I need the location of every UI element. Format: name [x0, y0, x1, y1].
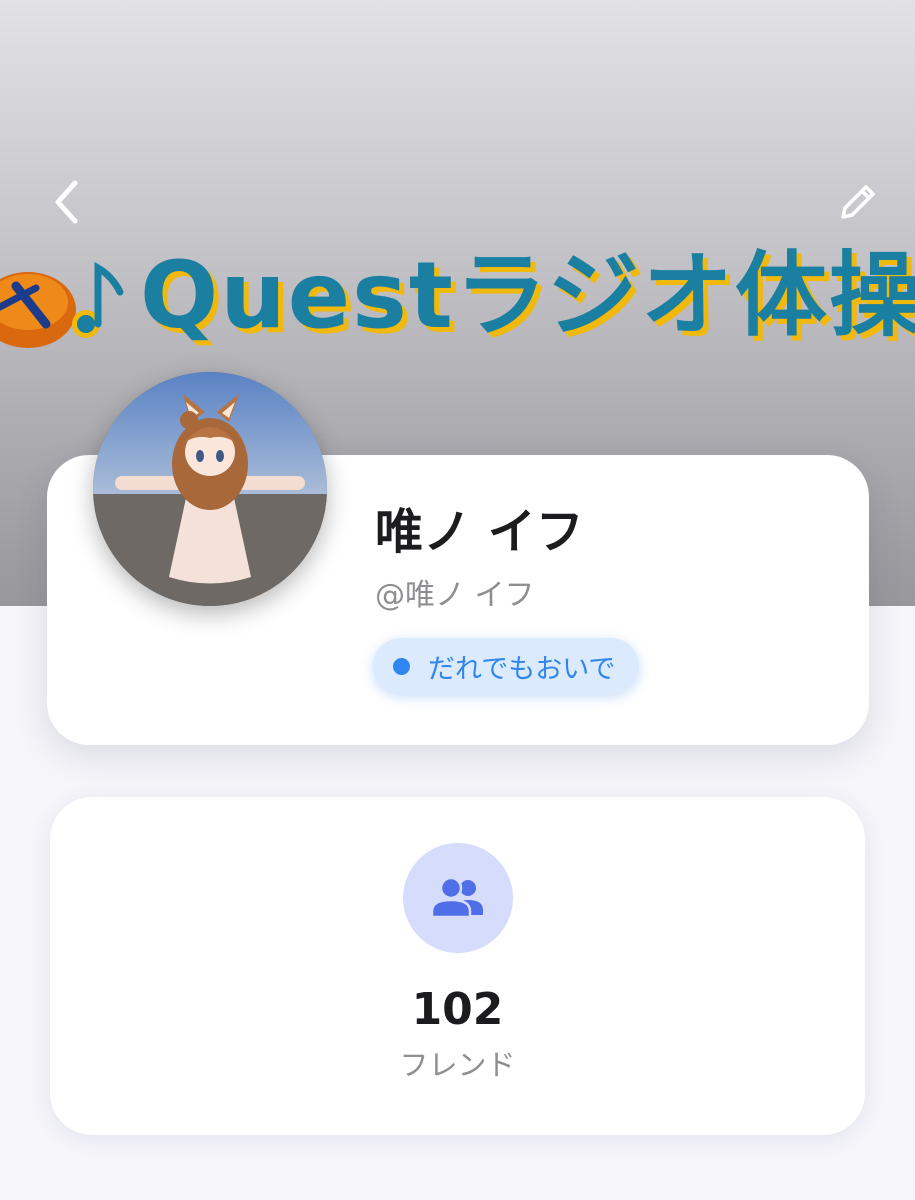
pencil-icon [841, 185, 875, 219]
friends-count: 102 [411, 984, 504, 1035]
user-handle: @唯ノ イフ [375, 578, 535, 613]
avatar[interactable] [93, 372, 327, 606]
display-name: 唯ノ イフ [375, 504, 584, 560]
friends-icon-circle [403, 843, 513, 953]
status-label: だれでもおいで [428, 653, 616, 685]
users-icon [431, 877, 483, 919]
status-badge[interactable]: だれでもおいで [373, 638, 640, 694]
chevron-left-icon [55, 180, 78, 224]
back-button[interactable] [36, 172, 96, 232]
friends-label: フレンド [399, 1048, 516, 1082]
avatar-image [93, 372, 327, 606]
edit-profile-button[interactable] [828, 172, 888, 232]
status-dot-icon [393, 657, 410, 675]
banner-title: Questラジオ体操部 [140, 242, 915, 349]
music-note-logo [0, 261, 124, 348]
